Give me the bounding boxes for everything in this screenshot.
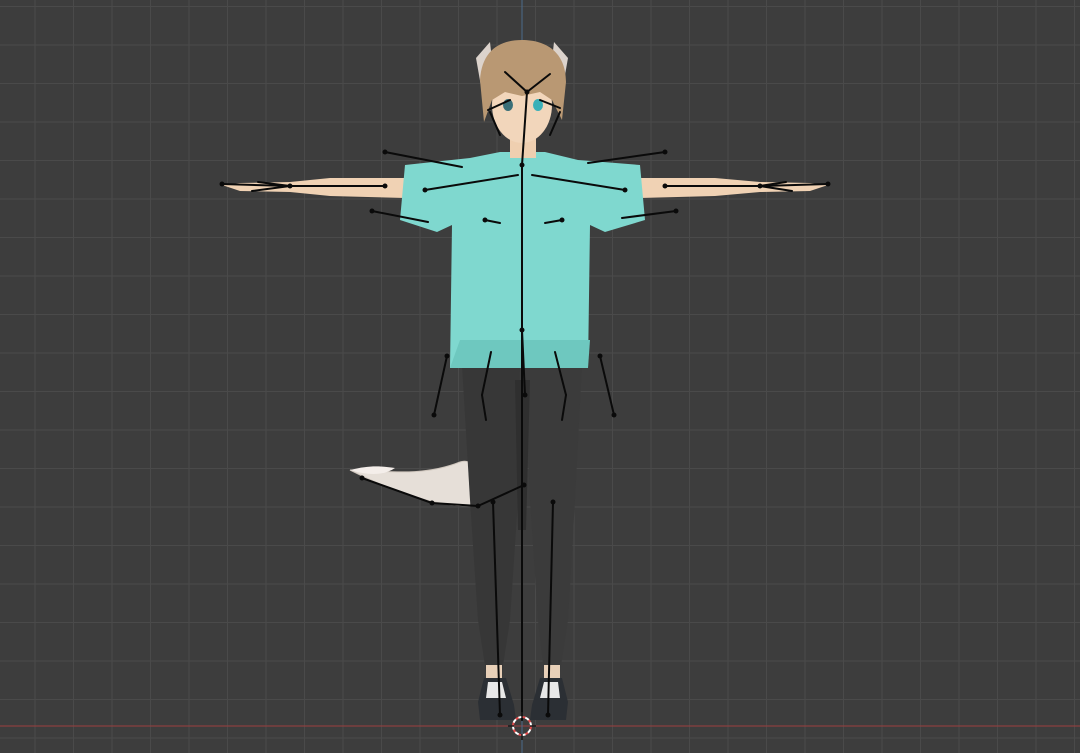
shirt-shade — [450, 340, 590, 368]
hair-bone-6 — [549, 111, 561, 136]
3d-viewport[interactable] — [0, 0, 1080, 753]
right-arm — [640, 178, 828, 198]
left-leg — [462, 365, 520, 672]
skirt-bone-6 — [599, 355, 615, 416]
scene-canvas[interactable] — [0, 0, 1080, 753]
skirt-bone-1 — [433, 355, 448, 416]
left-arm — [222, 178, 405, 198]
right-sleeve-bone-top — [587, 151, 666, 164]
right-ankle — [544, 665, 560, 679]
